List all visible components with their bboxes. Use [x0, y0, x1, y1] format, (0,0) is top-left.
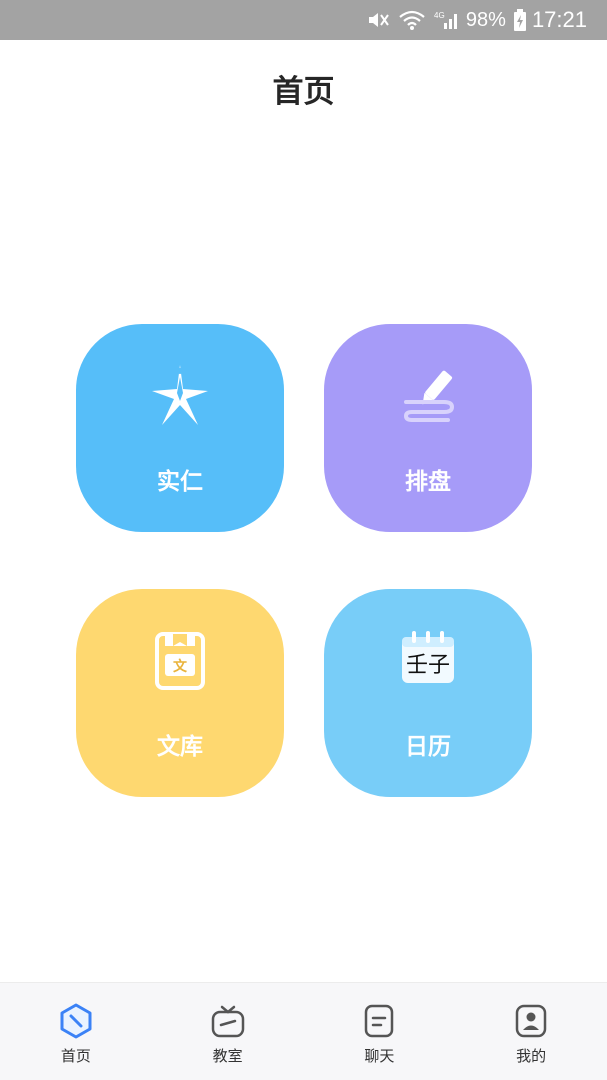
book-icon-text: 文: [173, 658, 188, 675]
tile-paipan[interactable]: 排盘: [324, 324, 532, 532]
nav-item-classroom[interactable]: 教室: [152, 983, 304, 1080]
calendar-icon-text: 壬子: [405, 653, 450, 678]
pencil-write-icon: [396, 364, 460, 428]
nav-label: 首页: [60, 1047, 91, 1065]
tv-icon: [210, 1003, 246, 1039]
tile-shiren[interactable]: 实仁: [76, 324, 284, 532]
tile-wenku[interactable]: 文 文库: [76, 589, 284, 797]
book-icon: 文: [148, 629, 212, 693]
tile-label: 日历: [405, 734, 451, 760]
nav-label: 教室: [212, 1047, 243, 1065]
tile-label: 排盘: [405, 469, 451, 495]
profile-icon: [513, 1003, 549, 1039]
tile-label: 文库: [157, 734, 203, 760]
tile-rili[interactable]: 壬子 日历: [324, 589, 532, 797]
chat-icon: [361, 1003, 397, 1039]
nav-item-home[interactable]: 首页: [0, 983, 152, 1080]
nav-label: 聊天: [364, 1047, 395, 1065]
home-compass-icon: [58, 1003, 94, 1039]
page-title: 首页: [272, 74, 335, 110]
status-bar: 4G 98% 17:21: [0, 0, 607, 40]
tile-label: 实仁: [157, 469, 203, 495]
calendar-icon: 壬子: [396, 629, 460, 693]
clock: 17:21: [531, 7, 587, 32]
wifi-icon: [398, 9, 426, 31]
battery-percentage: 98%: [465, 8, 506, 31]
nav-item-chat[interactable]: 聊天: [304, 983, 456, 1080]
battery-icon: [513, 9, 526, 31]
mute-icon: [366, 9, 390, 31]
svg-text:4G: 4G: [434, 11, 445, 20]
star-emblem-icon: [148, 364, 212, 428]
nav-item-profile[interactable]: 我的: [455, 983, 607, 1080]
nav-label: 我的: [516, 1047, 547, 1065]
signal-4g-icon: 4G: [434, 9, 460, 31]
bottom-nav: 首页 教室 聊天 我的: [0, 982, 607, 1080]
